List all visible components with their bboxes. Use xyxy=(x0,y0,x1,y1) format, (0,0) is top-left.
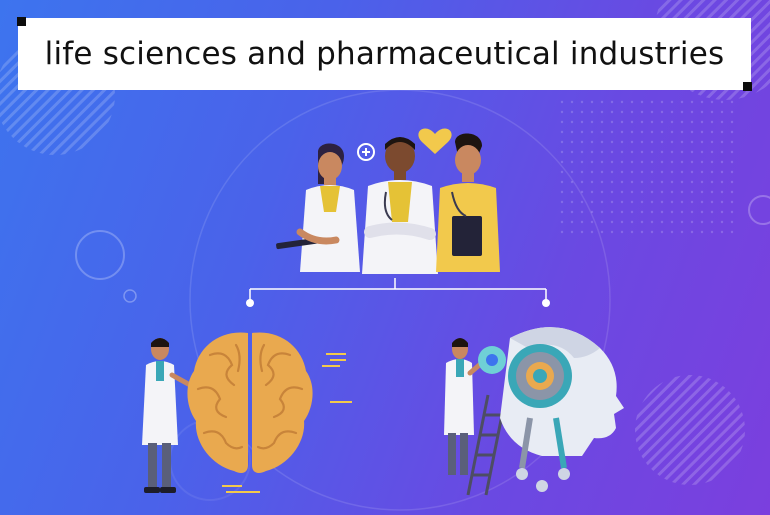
medical-team-illustration xyxy=(276,128,500,274)
male-nurse xyxy=(436,133,500,272)
medical-plus-icon xyxy=(357,143,375,161)
banner-canvas: life sciences and pharmaceutical industr… xyxy=(0,0,770,515)
heart-icon xyxy=(418,128,452,154)
gear-icon xyxy=(478,346,506,374)
decorative-dashes xyxy=(222,353,352,493)
robot-head-illustration xyxy=(478,327,624,492)
male-doctor xyxy=(362,137,438,274)
female-doctor xyxy=(276,143,360,272)
